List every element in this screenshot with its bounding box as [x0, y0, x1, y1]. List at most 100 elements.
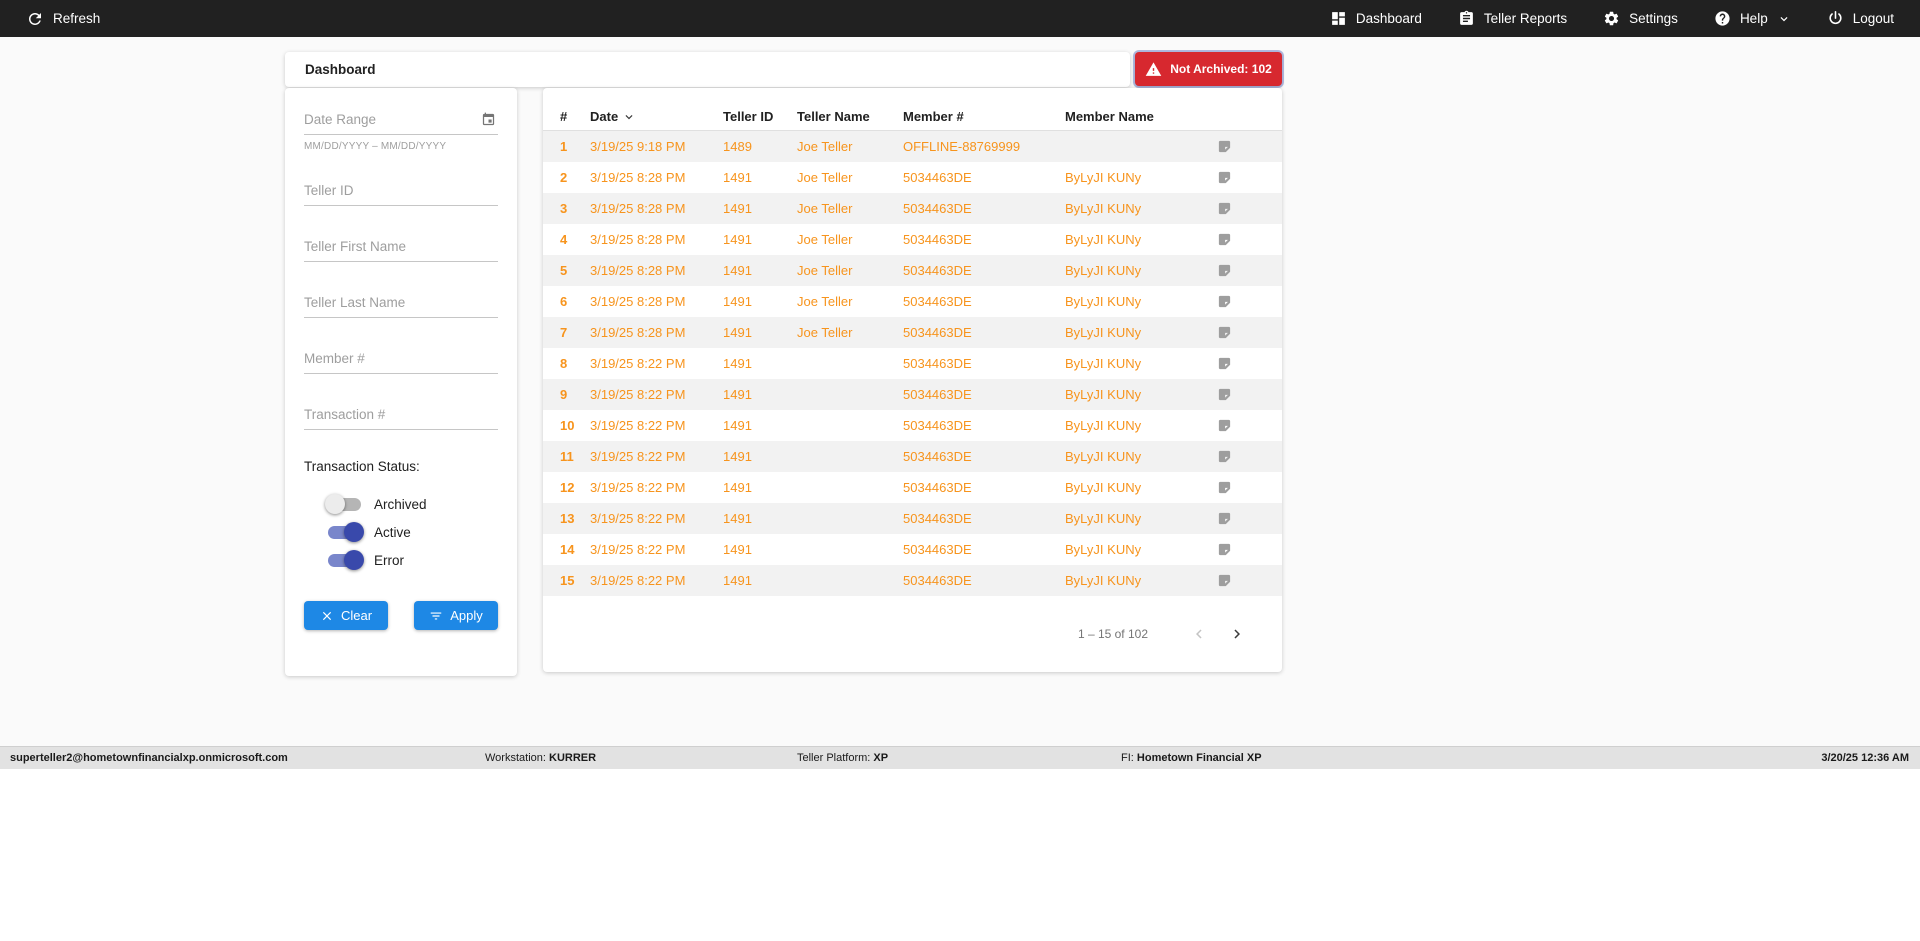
row-date: 3/19/25 8:22 PM	[590, 511, 686, 526]
clear-button[interactable]: Clear	[304, 601, 388, 630]
row-teller-id: 1491	[723, 356, 752, 371]
table-row[interactable]: 14 3/19/25 8:22 PM 1491 5034463DE ByLyJI…	[543, 534, 1282, 565]
table-row[interactable]: 15 3/19/25 8:22 PM 1491 5034463DE ByLyJI…	[543, 565, 1282, 596]
row-member: 5034463DE	[903, 449, 972, 464]
row-member: 5034463DE	[903, 511, 972, 526]
toggle-active[interactable]: Active	[304, 518, 498, 546]
toggle-archived[interactable]: Archived	[304, 490, 498, 518]
row-member-name: ByLyJI KUNy	[1065, 542, 1142, 557]
table-row[interactable]: 11 3/19/25 8:22 PM 1491 5034463DE ByLyJI…	[543, 441, 1282, 472]
note-icon[interactable]	[1215, 294, 1282, 309]
note-icon[interactable]	[1215, 387, 1282, 402]
note-icon[interactable]	[1215, 263, 1282, 278]
row-teller-name: Joe Teller	[797, 232, 853, 247]
row-teller-id: 1491	[723, 263, 752, 278]
nav-help[interactable]: Help	[1714, 10, 1791, 27]
row-member-name: ByLyJI KUNy	[1065, 573, 1142, 588]
nav-dashboard-label: Dashboard	[1355, 11, 1422, 26]
error-switch[interactable]	[328, 550, 364, 570]
toggle-error[interactable]: Error	[304, 546, 498, 574]
note-icon[interactable]	[1215, 201, 1282, 216]
row-number: 3	[560, 201, 568, 216]
archived-switch[interactable]	[325, 494, 361, 514]
row-number: 10	[560, 418, 575, 433]
teller-last-name-input[interactable]	[304, 287, 498, 318]
note-icon[interactable]	[1215, 418, 1282, 433]
dashboard-icon	[1330, 10, 1347, 27]
pagination-range: 1 – 15 of 102	[1077, 627, 1148, 641]
table-row[interactable]: 2 3/19/25 8:28 PM 1491 Joe Teller 503446…	[543, 162, 1282, 193]
row-date: 3/19/25 8:28 PM	[590, 170, 686, 185]
row-teller-name: Joe Teller	[797, 201, 853, 216]
calendar-icon[interactable]	[481, 112, 496, 127]
row-date: 3/19/25 8:22 PM	[590, 418, 686, 433]
active-switch[interactable]	[328, 522, 364, 542]
col-date[interactable]: Date	[590, 109, 723, 124]
top-navbar: Refresh Dashboard Teller Reports Setting…	[0, 0, 1920, 37]
row-date: 3/19/25 8:22 PM	[590, 449, 686, 464]
table-row[interactable]: 9 3/19/25 8:22 PM 1491 5034463DE ByLyJI …	[543, 379, 1282, 410]
note-icon[interactable]	[1215, 542, 1282, 557]
table-row[interactable]: 6 3/19/25 8:28 PM 1491 Joe Teller 503446…	[543, 286, 1282, 317]
filter-panel: MM/DD/YYYY – MM/DD/YYYY Transaction Stat…	[285, 88, 517, 676]
note-icon[interactable]	[1215, 139, 1282, 154]
row-date: 3/19/25 8:22 PM	[590, 356, 686, 371]
refresh-button[interactable]: Refresh	[26, 10, 100, 28]
note-icon[interactable]	[1215, 573, 1282, 588]
transaction-number-input[interactable]	[304, 399, 498, 430]
date-range-input[interactable]	[304, 104, 498, 135]
row-teller-name: Joe Teller	[797, 263, 853, 278]
platform-label: Teller Platform:	[797, 752, 871, 764]
settings-icon	[1603, 10, 1620, 27]
row-number: 1	[560, 139, 568, 154]
row-member-name: ByLyJI KUNy	[1065, 294, 1142, 309]
row-date: 3/19/25 8:28 PM	[590, 232, 686, 247]
member-number-input[interactable]	[304, 343, 498, 374]
prev-page-button[interactable]	[1188, 623, 1210, 645]
row-teller-id: 1491	[723, 170, 752, 185]
row-date: 3/19/25 9:18 PM	[590, 139, 686, 154]
row-member-name: ByLyJI KUNy	[1065, 480, 1142, 495]
note-icon[interactable]	[1215, 356, 1282, 371]
row-date: 3/19/25 8:22 PM	[590, 573, 686, 588]
apply-button[interactable]: Apply	[414, 601, 498, 630]
row-member: 5034463DE	[903, 418, 972, 433]
row-member: 5034463DE	[903, 201, 972, 216]
next-page-button[interactable]	[1226, 623, 1248, 645]
sort-desc-icon	[622, 110, 636, 124]
table-row[interactable]: 5 3/19/25 8:28 PM 1491 Joe Teller 503446…	[543, 255, 1282, 286]
row-teller-id: 1491	[723, 511, 752, 526]
table-row[interactable]: 8 3/19/25 8:22 PM 1491 5034463DE ByLyJI …	[543, 348, 1282, 379]
table-row[interactable]: 10 3/19/25 8:22 PM 1491 5034463DE ByLyJI…	[543, 410, 1282, 441]
table-row[interactable]: 12 3/19/25 8:22 PM 1491 5034463DE ByLyJI…	[543, 472, 1282, 503]
row-date: 3/19/25 8:28 PM	[590, 263, 686, 278]
note-icon[interactable]	[1215, 232, 1282, 247]
nav-logout[interactable]: Logout	[1827, 10, 1894, 27]
not-archived-label: Not Archived: 102	[1170, 62, 1272, 76]
nav-teller-reports[interactable]: Teller Reports	[1458, 10, 1567, 27]
not-archived-badge[interactable]: Not Archived: 102	[1135, 52, 1282, 86]
table-row[interactable]: 7 3/19/25 8:28 PM 1491 Joe Teller 503446…	[543, 317, 1282, 348]
table-row[interactable]: 4 3/19/25 8:28 PM 1491 Joe Teller 503446…	[543, 224, 1282, 255]
nav-settings[interactable]: Settings	[1603, 10, 1678, 27]
row-date: 3/19/25 8:28 PM	[590, 325, 686, 340]
teller-id-input[interactable]	[304, 175, 498, 206]
table-row[interactable]: 13 3/19/25 8:22 PM 1491 5034463DE ByLyJI…	[543, 503, 1282, 534]
workstation-label: Workstation:	[485, 752, 546, 764]
row-member-name: ByLyJI KUNy	[1065, 418, 1142, 433]
teller-platform-status: Teller Platform: XP	[797, 752, 888, 764]
note-icon[interactable]	[1215, 170, 1282, 185]
filter-icon	[429, 609, 443, 623]
note-icon[interactable]	[1215, 325, 1282, 340]
note-icon[interactable]	[1215, 480, 1282, 495]
row-teller-id: 1491	[723, 232, 752, 247]
table-row[interactable]: 3 3/19/25 8:28 PM 1491 Joe Teller 503446…	[543, 193, 1282, 224]
row-teller-id: 1491	[723, 573, 752, 588]
nav-dashboard[interactable]: Dashboard	[1330, 10, 1422, 27]
note-icon[interactable]	[1215, 449, 1282, 464]
row-teller-name: Joe Teller	[797, 139, 853, 154]
row-number: 5	[560, 263, 568, 278]
note-icon[interactable]	[1215, 511, 1282, 526]
teller-first-name-input[interactable]	[304, 231, 498, 262]
table-row[interactable]: 1 3/19/25 9:18 PM 1489 Joe Teller OFFLIN…	[543, 131, 1282, 162]
